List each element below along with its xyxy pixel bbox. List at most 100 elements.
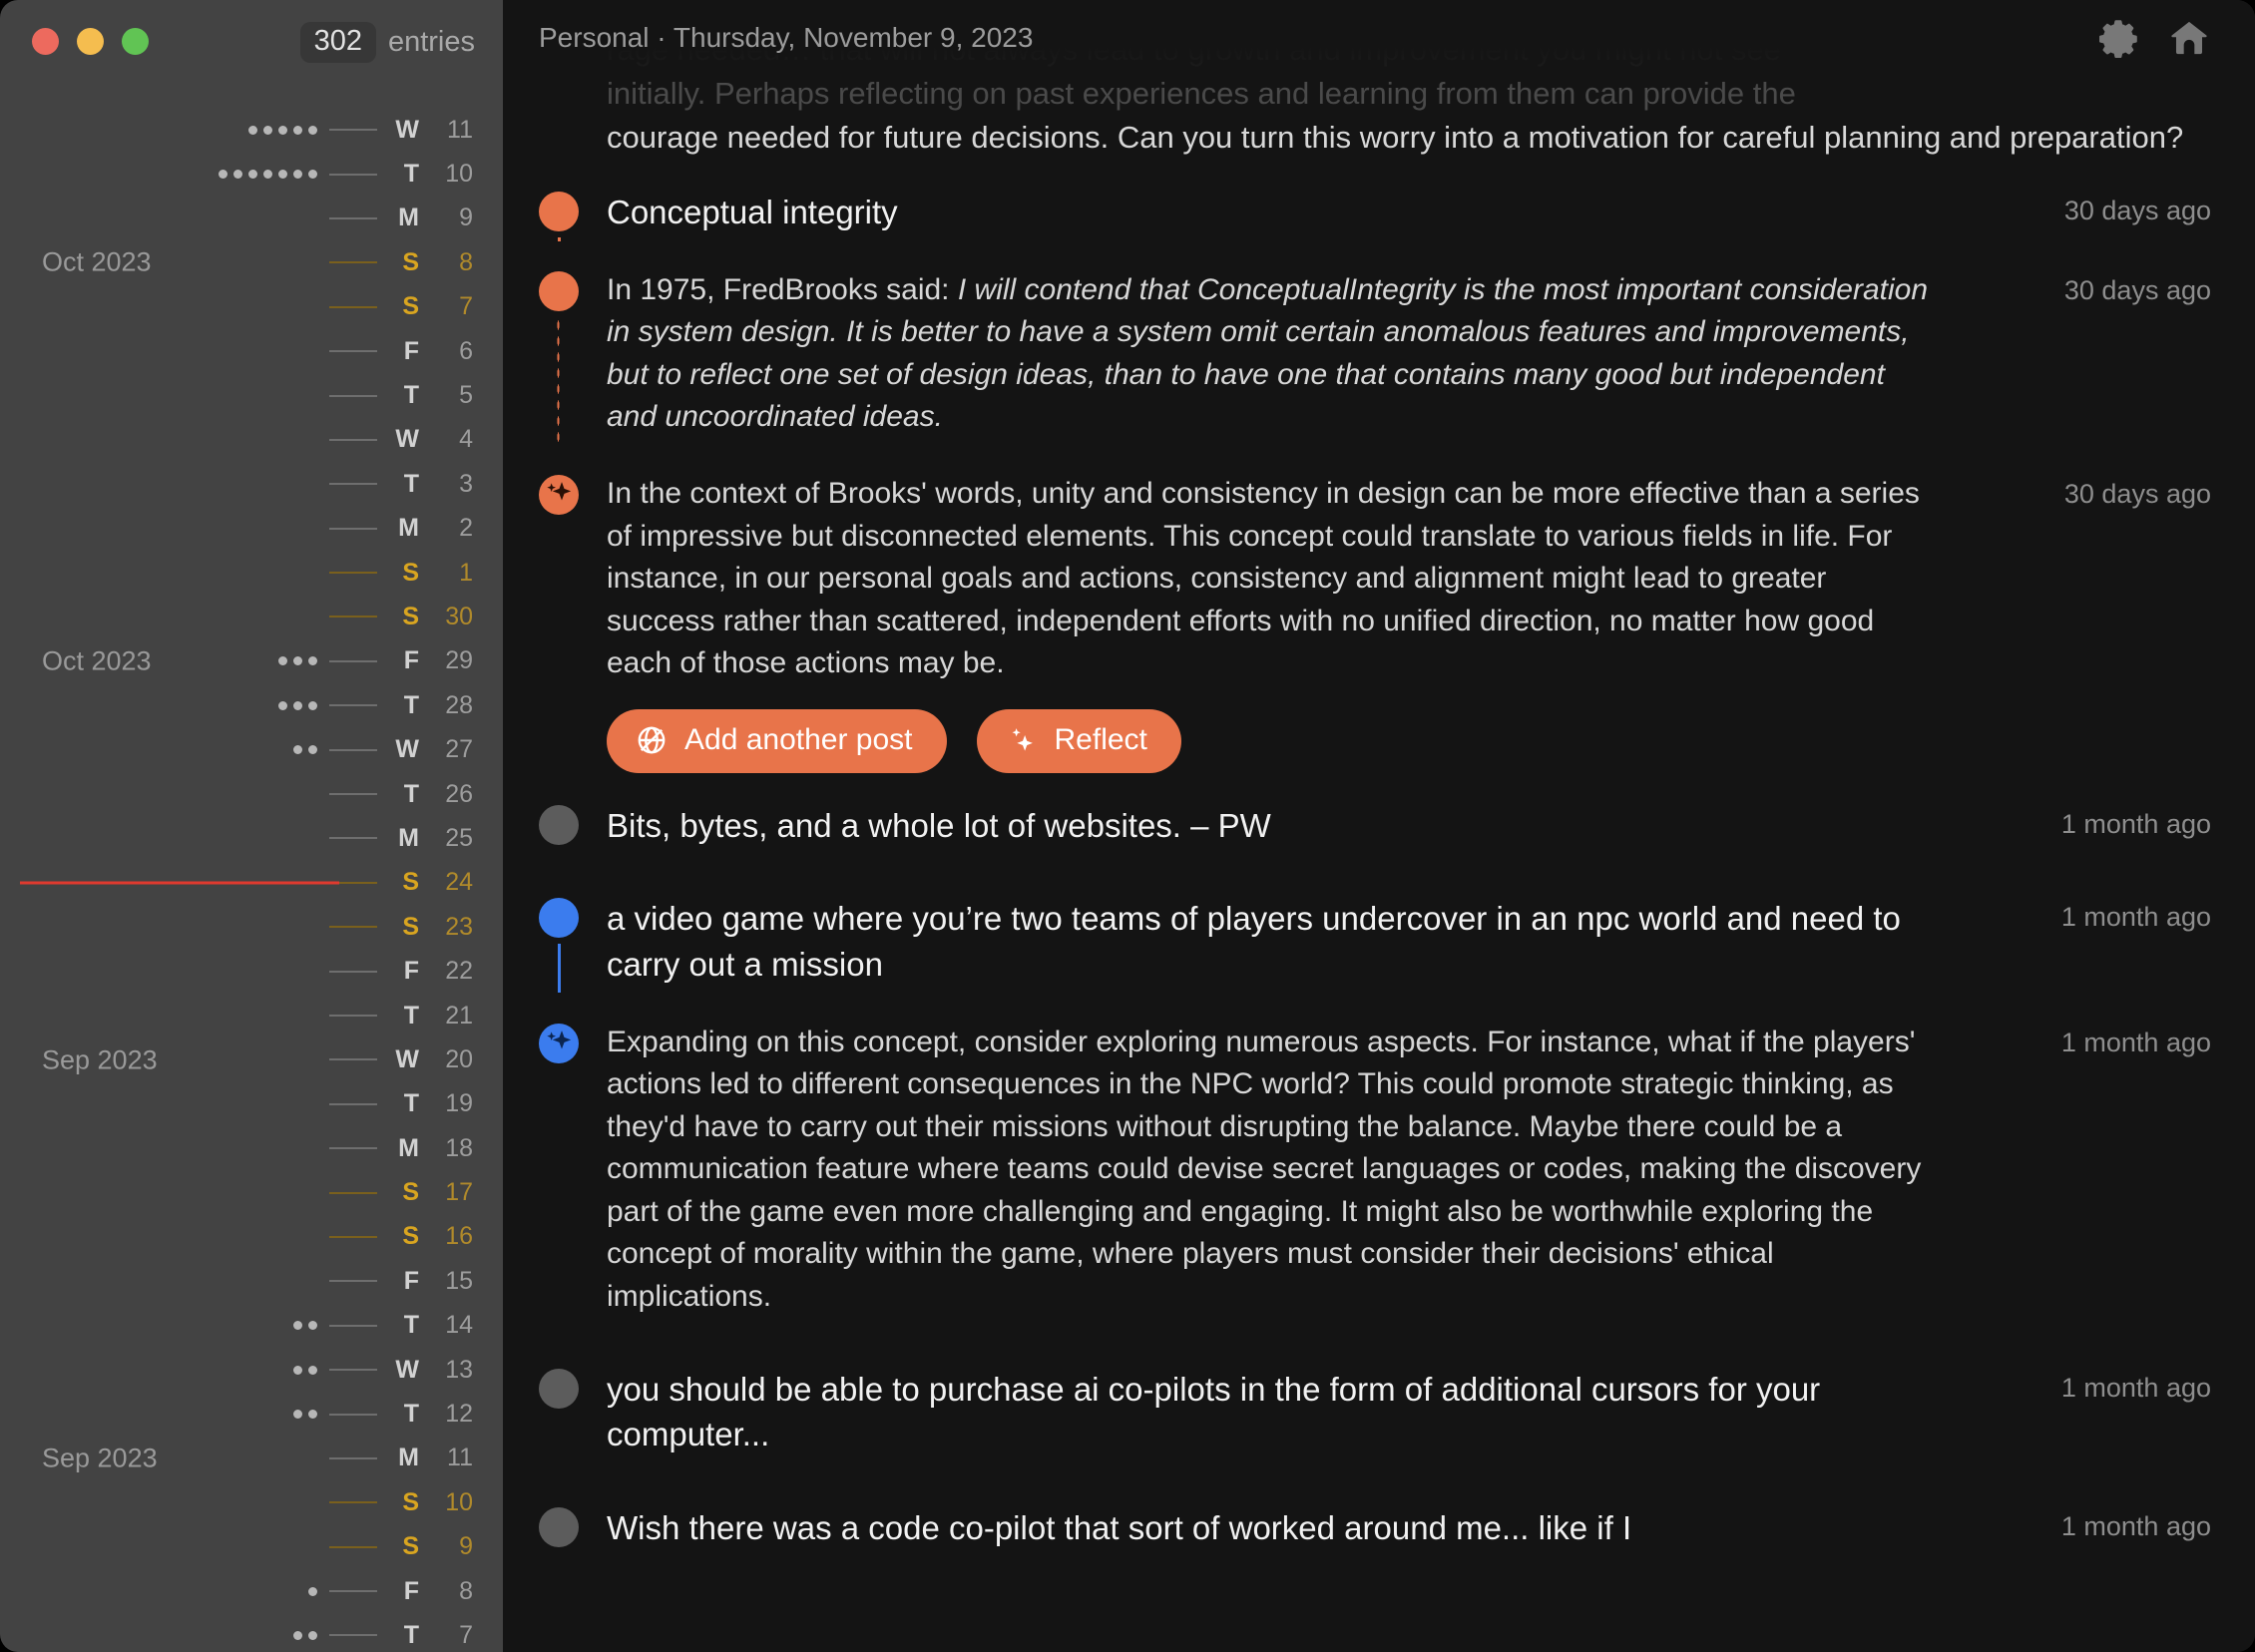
timeline-day-row[interactable]: T 26	[0, 772, 503, 816]
timeline-day-row[interactable]: M9	[0, 197, 503, 240]
entry-body: Conceptual integrity	[607, 190, 1982, 235]
entry-connector-line	[558, 944, 561, 994]
entry-body: In 1975, FredBrooks said: I will contend…	[607, 269, 1982, 439]
entry-spacer	[539, 848, 2211, 896]
feed-entry[interactable]: Conceptual integrity 30 days ago	[539, 190, 2211, 242]
timeline-day-row[interactable]: T 19	[0, 1082, 503, 1126]
timeline-day-row[interactable]: W 20	[0, 1037, 503, 1081]
timeline-day-row[interactable]: S1	[0, 551, 503, 595]
feed-entry[interactable]: In the context of Brooks' words, unity a…	[539, 473, 2211, 685]
entry-dot	[293, 1630, 302, 1640]
timeline-day-row[interactable]: S8	[0, 240, 503, 284]
day-number-label: 20	[445, 1044, 473, 1073]
entry-title-text: a video game where you’re two teams of p…	[607, 900, 1901, 983]
zoom-button[interactable]	[122, 28, 149, 55]
day-of-week-label: F	[403, 336, 419, 365]
gear-icon[interactable]	[2097, 16, 2141, 60]
entry-marker-dot	[539, 1368, 579, 1409]
day-number-label: 11	[447, 115, 473, 144]
day-of-week-label: W	[395, 1044, 419, 1073]
timeline-day-row[interactable]: F 29	[0, 639, 503, 683]
timeline-day-row[interactable]: M 11	[0, 1437, 503, 1480]
ai-sparkle-icon	[539, 1023, 579, 1063]
timeline-day-row[interactable]: S7	[0, 285, 503, 329]
timeline-day-row[interactable]: T 28	[0, 683, 503, 727]
fragment-line-2: courage needed for future decisions. Can…	[607, 120, 2184, 156]
timeline-day-row[interactable]: M2	[0, 507, 503, 551]
entry-spacer	[539, 1319, 2211, 1367]
top-bar: Personal · Thursday, November 9, 2023	[503, 0, 2255, 76]
close-button[interactable]	[32, 28, 59, 55]
timeline-day-row[interactable]: M 25	[0, 816, 503, 860]
entry-body-text: Expanding on this concept, consider expl…	[607, 1025, 1922, 1314]
timeline-day-row[interactable]: F 22	[0, 949, 503, 993]
day-of-week-label: W	[395, 735, 419, 764]
entry-dot	[278, 700, 287, 710]
feed-entry[interactable]: you should be able to purchase ai co-pil…	[539, 1367, 2211, 1457]
timeline-day-row[interactable]: F 15	[0, 1259, 503, 1303]
timeline-day-row[interactable]: T7	[0, 1613, 503, 1652]
day-number-label: 27	[445, 735, 473, 764]
day-tick-icon	[329, 793, 377, 796]
feed-entry[interactable]: Expanding on this concept, consider expl…	[539, 1022, 2211, 1319]
timeline-day-row[interactable]: F6	[0, 329, 503, 373]
feed-entry[interactable]: Bits, bytes, and a whole lot of websites…	[539, 803, 2211, 849]
timeline-day-row[interactable]: W 13	[0, 1348, 503, 1392]
entry-dot	[293, 656, 302, 666]
entry-timestamp: 30 days ago	[2063, 274, 2211, 305]
feed-entry[interactable]: a video game where you’re two teams of p…	[539, 896, 2211, 994]
timeline-day-row[interactable]: S 17	[0, 1170, 503, 1214]
entry-feed[interactable]: rage needed… that will not always lead t…	[503, 0, 2255, 1652]
timeline-day-row[interactable]: T 14	[0, 1304, 503, 1348]
timeline-day-row[interactable]: W4	[0, 418, 503, 462]
timeline-day-row[interactable]: W 11	[0, 108, 503, 152]
day-entry-dots	[293, 1365, 317, 1375]
entry-body: In the context of Brooks' words, unity a…	[607, 473, 1982, 685]
timeline-day-row[interactable]: S 23	[0, 905, 503, 949]
entry-dot	[308, 1321, 317, 1331]
timeline-day-row[interactable]: W 27	[0, 727, 503, 771]
timeline-day-list[interactable]: W 11 T 10 M 9 S 8 S 7 F 6 T 5 W 4 T 3 M 2 S 1 S 30 F 29 T 28 W 27 T 26 M…	[0, 108, 503, 1652]
feed-entry[interactable]: Wish there was a code co-pilot that sort…	[539, 1505, 2211, 1551]
day-number-label: 8	[459, 1576, 473, 1605]
timeline-day-row[interactable]: S 30	[0, 595, 503, 638]
day-tick-icon	[329, 1590, 377, 1593]
day-number-label: 9	[459, 204, 473, 232]
timeline-day-row[interactable]: M 18	[0, 1126, 503, 1170]
day-entry-dots	[308, 1586, 317, 1596]
day-of-week-label: W	[395, 1355, 419, 1384]
day-number-label: 9	[459, 1532, 473, 1561]
day-of-week-label: W	[395, 115, 419, 144]
timeline-day-row[interactable]: T 10	[0, 152, 503, 196]
feed-entry[interactable]: In 1975, FredBrooks said: I will contend…	[539, 269, 2211, 445]
day-number-label: 12	[445, 1400, 473, 1429]
entry-connector-line	[558, 237, 561, 242]
reflect-button[interactable]: Reflect	[976, 708, 1181, 773]
timeline-day-row[interactable]: T 12	[0, 1392, 503, 1436]
timeline-day-row[interactable]: T 21	[0, 994, 503, 1037]
entry-timestamp: 1 month ago	[2060, 1510, 2211, 1541]
entry-dot	[263, 125, 272, 135]
day-of-week-label: T	[403, 779, 419, 808]
day-tick-icon	[329, 129, 377, 132]
timeline-day-row[interactable]: S 16	[0, 1215, 503, 1259]
timeline-day-row[interactable]: T5	[0, 373, 503, 417]
entry-dot	[308, 1365, 317, 1375]
home-icon[interactable]	[2167, 16, 2211, 60]
minimize-button[interactable]	[77, 28, 104, 55]
quote-attribution: In 1975, FredBrooks said:	[607, 272, 958, 306]
entry-dot	[278, 170, 287, 180]
entry-dot	[308, 1630, 317, 1640]
timeline-day-row[interactable]: S 10	[0, 1480, 503, 1524]
entry-dot	[233, 170, 242, 180]
day-entry-dots	[278, 700, 317, 710]
entry-spacer	[539, 439, 2211, 473]
day-number-label: 10	[445, 1487, 473, 1516]
timeline-day-row[interactable]: T3	[0, 462, 503, 506]
entry-spacer	[539, 988, 2211, 1022]
day-tick-icon	[329, 837, 377, 840]
add-another-post-button[interactable]: Add another post	[607, 708, 947, 773]
timeline-day-row[interactable]: S9	[0, 1525, 503, 1569]
timeline-day-row[interactable]: F8	[0, 1569, 503, 1613]
day-of-week-label: M	[398, 514, 419, 543]
